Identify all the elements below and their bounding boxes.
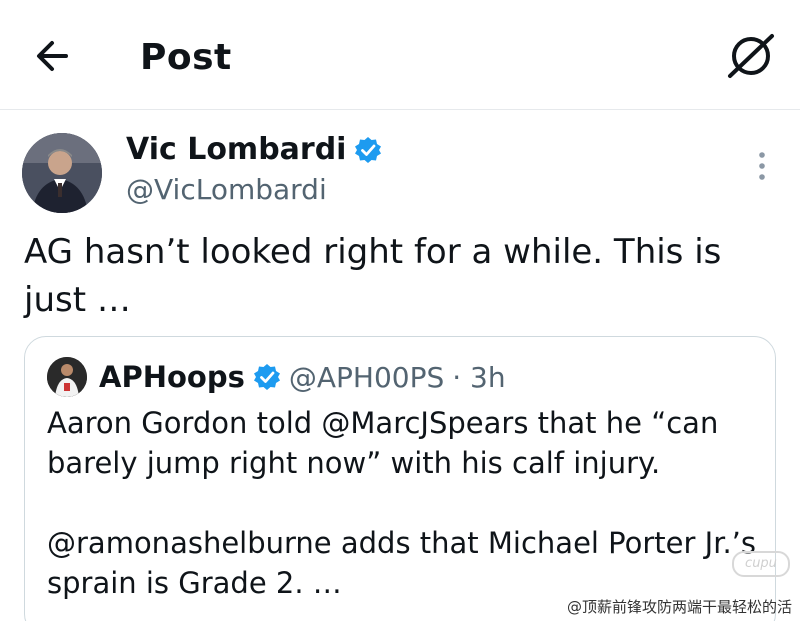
quoted-post-card[interactable]: APHoops @APH00PS · 3h Aaron Gordon told … xyxy=(24,336,776,621)
grok-icon[interactable] xyxy=(722,30,780,82)
quoted-author-handle[interactable]: @APH00PS xyxy=(289,361,444,394)
quoted-post-paragraph: @ramonashelburne adds that Michael Porte… xyxy=(47,526,757,600)
back-arrow-icon[interactable] xyxy=(30,34,80,78)
post-text-line: just … xyxy=(24,280,131,320)
quoted-post-paragraph: Aaron Gordon told @MarcJSpears that he “… xyxy=(47,406,719,480)
verified-badge-icon xyxy=(355,137,382,163)
post-text-line: AG hasn’t looked right for a while. This… xyxy=(24,232,722,272)
quoted-author-name[interactable]: APHoops xyxy=(99,360,245,394)
verified-badge-icon xyxy=(253,364,280,390)
watermark-text: @顶薪前锋攻防两端干最轻松的活 xyxy=(566,598,792,616)
post-text: AG hasn’t looked right for a while. This… xyxy=(24,228,764,324)
author-avatar[interactable] xyxy=(22,133,102,213)
page-title: Post xyxy=(140,37,232,78)
quoted-post-time: · 3h xyxy=(452,360,506,394)
more-vertical-icon[interactable] xyxy=(748,148,776,184)
quoted-author-avatar[interactable] xyxy=(47,357,87,397)
watermark-badge: cupu xyxy=(732,551,790,577)
author-name[interactable]: Vic Lombardi xyxy=(126,130,346,170)
quoted-post-text: Aaron Gordon told @MarcJSpears that he “… xyxy=(47,403,763,621)
quoted-post-header: APHoops @APH00PS · 3h xyxy=(99,355,506,399)
author-name-row[interactable]: Vic Lombardi xyxy=(126,130,382,170)
author-handle[interactable]: @VicLombardi xyxy=(126,172,327,208)
top-bar: Post xyxy=(0,0,800,110)
